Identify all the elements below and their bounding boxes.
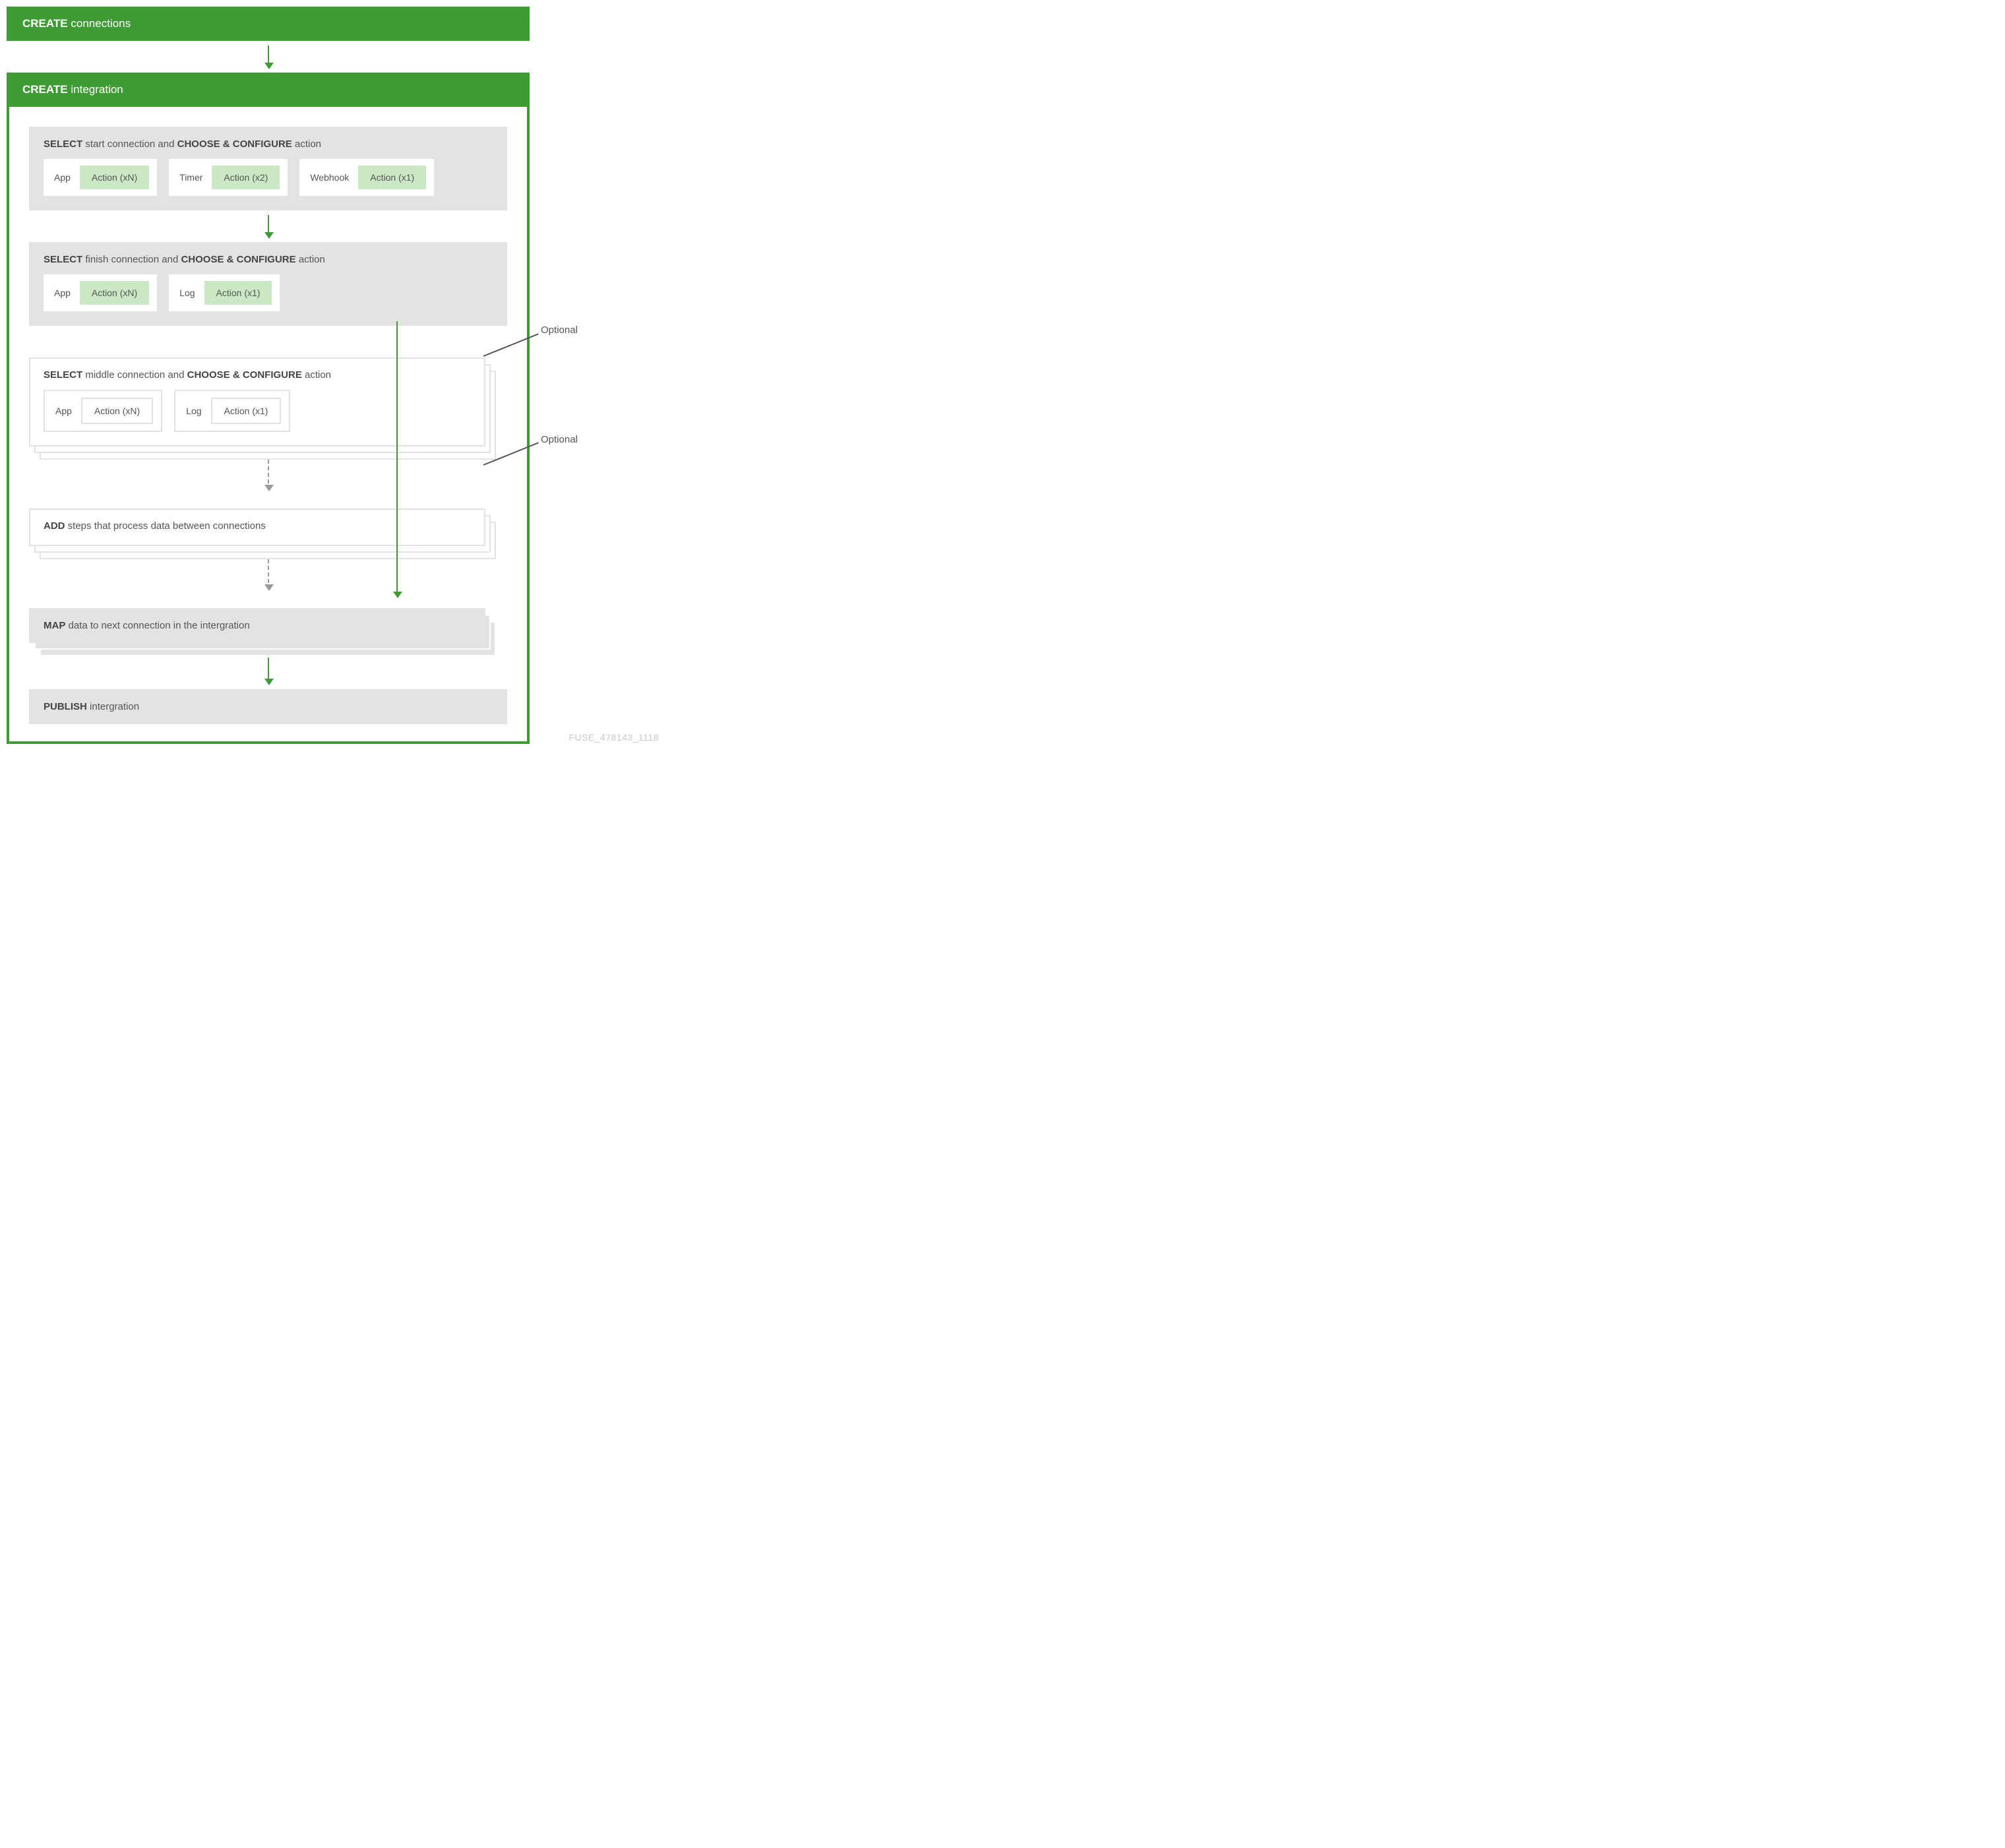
middle-log-action: Action (x1) [211,398,282,424]
bypass-arrow-icon [396,321,398,592]
create-connections-bar: CREATE connections [7,7,530,41]
arrow-down-dashed-icon [268,559,269,590]
publish-bold: PUBLISH [44,701,87,712]
finish-log-action: Action (x1) [204,281,272,305]
finish-option-app: App Action (xN) [44,274,157,311]
finish-app-action: Action (xN) [80,281,149,305]
add-steps-rest: steps that process data between connecti… [68,520,266,532]
optional-label-1: Optional [541,324,578,336]
publish-rest: intergration [90,701,139,712]
create-connections-rest: connections [71,17,131,30]
select-finish-panel: SELECT finish connection and CHOOSE & CO… [29,242,507,326]
start-app-action: Action (xN) [80,166,149,189]
map-data-bold: MAP [44,620,65,631]
middle-option-log: Log Action (x1) [174,390,290,432]
add-steps-bold: ADD [44,520,65,532]
finish-option-log: Log Action (x1) [169,274,280,311]
select-finish-title: SELECT finish connection and CHOOSE & CO… [44,254,493,265]
start-option-app: App Action (xN) [44,159,157,196]
select-start-panel: SELECT start connection and CHOOSE & CON… [29,127,507,210]
footer-id: FUSE_478143_1118 [569,732,659,743]
create-integration-bar: CREATE integration [7,73,530,107]
add-steps-panel: ADD steps that process data between conn… [29,508,485,546]
publish-panel: PUBLISH intergration [29,689,507,724]
start-option-webhook: Webhook Action (x1) [299,159,434,196]
arrow-down-dashed-icon [268,460,269,490]
start-option-timer: Timer Action (x2) [169,159,288,196]
start-webhook-action: Action (x1) [358,166,426,189]
map-data-rest: data to next connection in the intergrat… [69,620,250,631]
create-integration-rest: integration [71,83,123,96]
middle-app-action: Action (xN) [81,398,153,424]
select-start-title: SELECT start connection and CHOOSE & CON… [44,139,493,150]
create-integration-container: CREATE integration SELECT start connecti… [7,73,530,744]
arrow-down-icon [268,215,269,237]
optional-label-2: Optional [541,434,578,445]
create-integration-bold: CREATE [22,83,68,96]
map-data-panel: MAP data to next connection in the inter… [29,608,485,643]
select-middle-title: SELECT middle connection and CHOOSE & CO… [44,369,471,381]
select-middle-panel: SELECT middle connection and CHOOSE & CO… [29,357,485,447]
create-connections-bold: CREATE [22,17,68,30]
arrow-down-icon [268,46,269,68]
arrow-down-icon [268,658,269,684]
middle-option-app: App Action (xN) [44,390,162,432]
start-timer-action: Action (x2) [212,166,280,189]
